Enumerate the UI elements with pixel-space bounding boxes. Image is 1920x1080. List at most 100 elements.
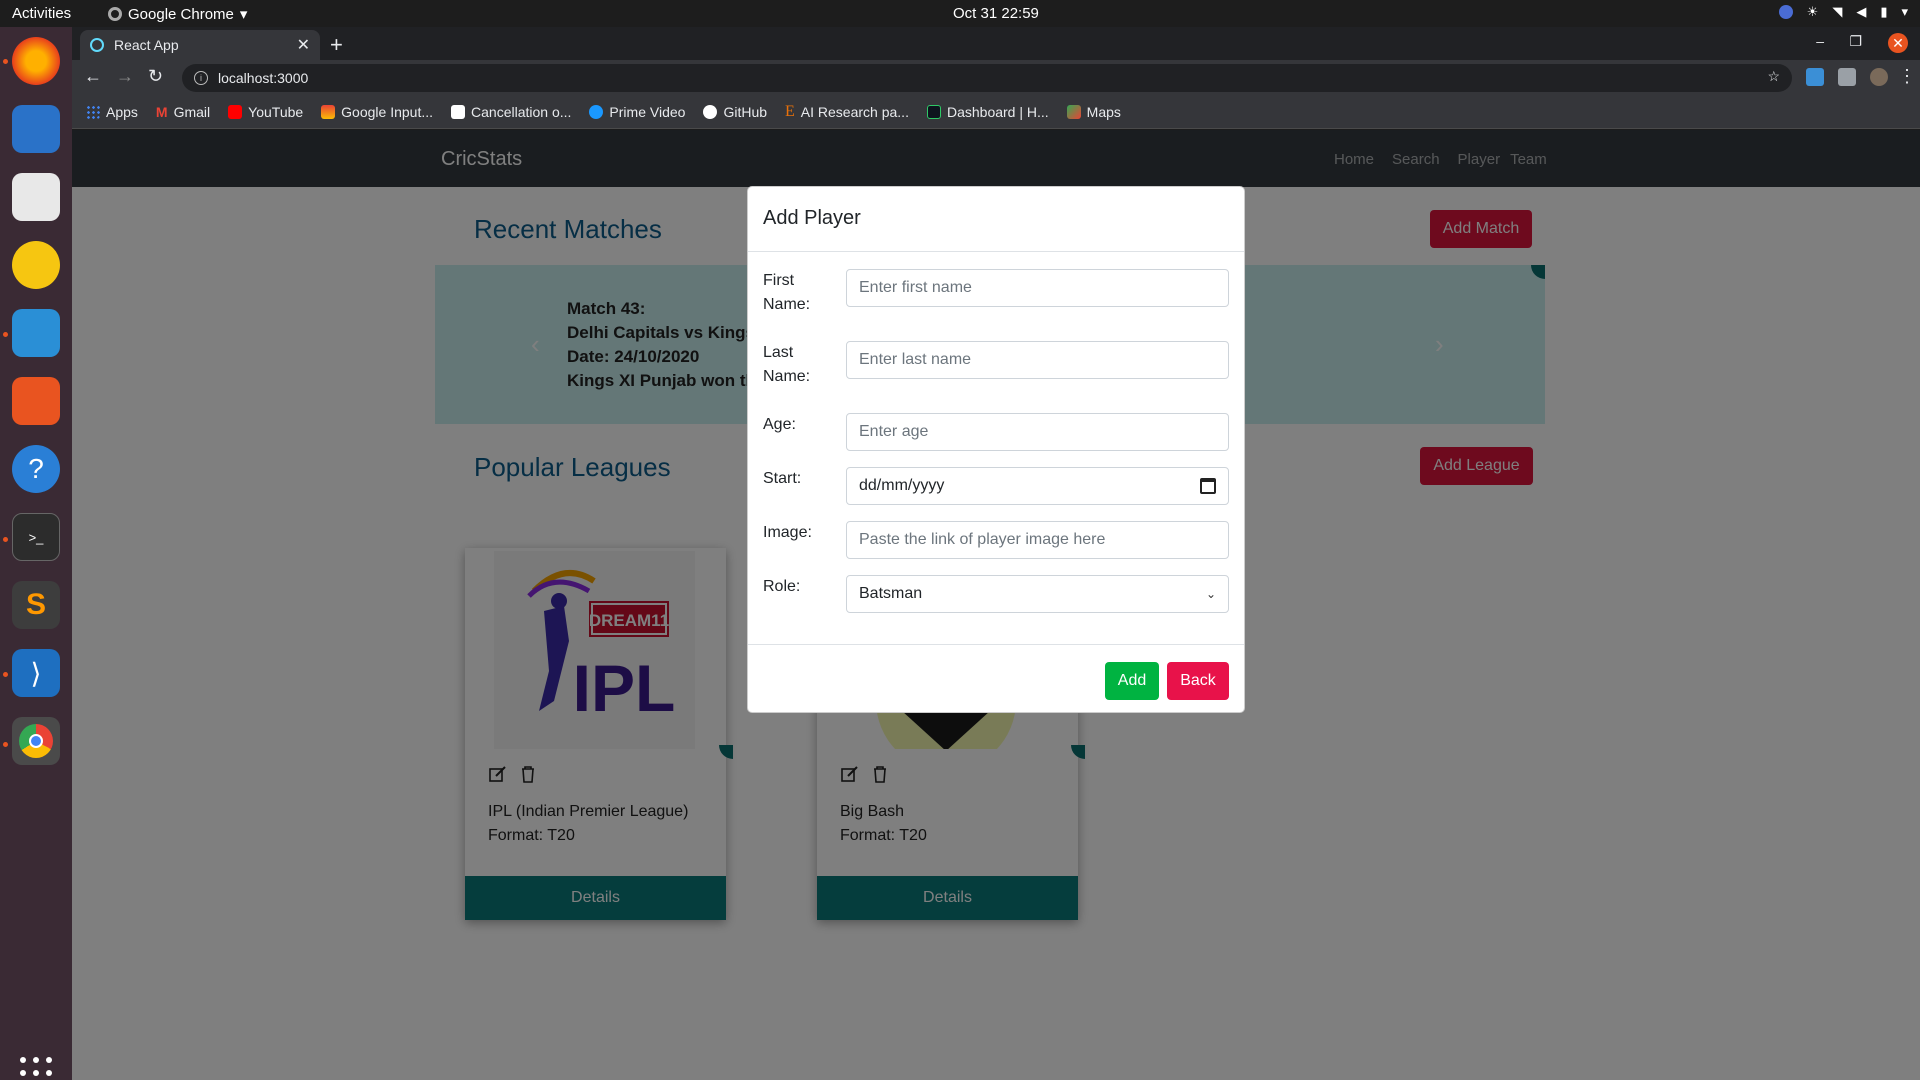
back-button[interactable]: Back [1167, 662, 1229, 700]
tab-strip: React App ✕ + – ❐ ✕ [72, 27, 1920, 60]
start-date-input[interactable]: dd/mm/yyyy [846, 467, 1229, 505]
activities-button[interactable]: Activities [12, 5, 71, 22]
image-row: Image: Paste the link of player image he… [763, 521, 1229, 561]
dashboard-icon [926, 105, 941, 119]
running-indicator [3, 332, 8, 337]
close-window-icon[interactable]: ✕ [1888, 33, 1908, 53]
first-name-row: First Name: Enter first name [763, 269, 1229, 319]
running-indicator [3, 742, 8, 747]
software-center-icon[interactable] [12, 377, 60, 425]
forward-icon[interactable]: → [116, 66, 134, 87]
profile-avatar[interactable] [1870, 68, 1888, 86]
image-label: Image: [763, 524, 812, 541]
dock: ? >_ S ⟩ [0, 27, 72, 1080]
web-page: CricStats Home Search Player Team Recent… [72, 130, 1920, 1080]
system-top-bar: Activities Google Chrome ▾ Oct 31 22:59 … [0, 0, 1920, 27]
calendar-icon[interactable] [1200, 478, 1216, 494]
files-icon[interactable] [12, 173, 60, 221]
puzzle-extensions-icon[interactable] [1838, 68, 1856, 86]
start-row: Start: dd/mm/yyyy [763, 467, 1229, 507]
extension-icon[interactable] [1806, 68, 1824, 86]
battery-icon[interactable]: ▮ [1880, 4, 1887, 20]
age-row: Age: Enter age [763, 413, 1229, 453]
prime-video-icon [589, 105, 604, 119]
last-name-input[interactable]: Enter last name [846, 341, 1229, 379]
writer-icon[interactable] [12, 309, 60, 357]
show-applications-icon[interactable] [20, 1057, 52, 1080]
last-name-label: Last Name: [763, 344, 811, 385]
new-tab-icon[interactable]: + [330, 32, 343, 58]
image-url-input[interactable]: Paste the link of player image here [846, 521, 1229, 559]
app-menu[interactable]: Google Chrome ▾ [108, 5, 247, 23]
restore-icon[interactable]: ❐ [1849, 33, 1862, 50]
last-name-row: Last Name: Enter last name [763, 341, 1229, 391]
first-name-label: First Name: [763, 272, 811, 313]
first-name-input[interactable]: Enter first name [846, 269, 1229, 307]
tab-react-app[interactable]: React App ✕ [80, 30, 320, 60]
bookmark-prime-video[interactable]: Prime Video [589, 104, 685, 120]
role-select[interactable]: Batsman ⌄ [846, 575, 1229, 613]
address-bar[interactable]: i localhost:3000 ☆ [182, 64, 1792, 92]
vscode-icon[interactable]: ⟩ [12, 649, 60, 697]
brightness-icon[interactable]: ☀ [1807, 4, 1819, 20]
chrome-dock-icon[interactable] [12, 717, 60, 765]
bookmark-github[interactable]: GitHub [703, 104, 767, 120]
bookmark-cancellation[interactable]: Cancellation o... [451, 104, 571, 120]
running-indicator [3, 672, 8, 677]
running-indicator [3, 59, 8, 64]
apps-grid-icon [86, 105, 100, 119]
chevron-down-icon: ⌄ [1205, 587, 1216, 601]
chrome-logo-icon [19, 724, 53, 758]
bookmark-youtube[interactable]: YouTube [228, 104, 303, 120]
bookmark-apps[interactable]: Apps [86, 104, 138, 120]
role-selected-value: Batsman [859, 585, 923, 602]
bookmarks-bar: Apps M Gmail YouTube Google Input... Can… [72, 96, 1920, 129]
wifi-icon[interactable]: ◥ [1832, 4, 1842, 20]
bookmark-ai-research[interactable]: E AI Research pa... [785, 103, 909, 121]
youtube-icon [228, 105, 243, 119]
react-favicon-icon [90, 38, 104, 52]
bookmark-star-icon[interactable]: ☆ [1767, 68, 1780, 85]
maps-icon [1066, 105, 1081, 119]
modal-footer: Add Back [748, 644, 1244, 712]
age-label: Age: [763, 416, 796, 433]
ai-research-icon: E [785, 103, 795, 120]
age-input[interactable]: Enter age [846, 413, 1229, 451]
browser-toolbar: ← → ↻ i localhost:3000 ☆ ⋮ [72, 60, 1920, 96]
system-menu-caret-icon[interactable]: ▾ [1901, 4, 1908, 20]
add-player-modal: Add Player First Name: Enter first name … [747, 186, 1245, 713]
bookmark-dashboard[interactable]: Dashboard | H... [926, 104, 1049, 120]
role-label: Role: [763, 578, 801, 595]
running-indicator [3, 537, 8, 542]
gmail-icon: M [155, 104, 168, 120]
reload-icon[interactable]: ↻ [148, 66, 163, 87]
firefox-icon[interactable] [12, 37, 60, 85]
accessibility-icon[interactable] [1778, 5, 1793, 19]
role-row: Role: Batsman ⌄ [763, 575, 1229, 615]
sublime-text-icon[interactable]: S [12, 581, 60, 629]
terminal-icon[interactable]: >_ [12, 513, 60, 561]
tab-close-icon[interactable]: ✕ [297, 35, 310, 55]
cancellation-icon [451, 105, 466, 119]
app-menu-label: Google Chrome [128, 5, 234, 23]
start-date-value: dd/mm/yyyy [859, 477, 945, 494]
add-button[interactable]: Add [1105, 662, 1159, 700]
system-tray[interactable]: ☀ ◥ ◀ ▮ ▾ [1778, 4, 1908, 20]
rhythmbox-icon[interactable] [12, 241, 60, 289]
github-icon [703, 105, 718, 119]
volume-icon[interactable]: ◀ [1856, 4, 1866, 20]
clock[interactable]: Oct 31 22:59 [953, 5, 1039, 22]
start-label: Start: [763, 470, 802, 487]
back-icon[interactable]: ← [84, 66, 102, 87]
minimize-icon[interactable]: – [1816, 33, 1824, 49]
bookmark-gmail[interactable]: M Gmail [156, 104, 210, 120]
bookmark-maps[interactable]: Maps [1066, 104, 1121, 120]
bookmark-google-input[interactable]: Google Input... [321, 104, 433, 120]
browser-window: React App ✕ + – ❐ ✕ ← → ↻ i localhost:30… [72, 27, 1920, 1080]
kebab-menu-icon[interactable]: ⋮ [1898, 66, 1916, 87]
thunderbird-icon[interactable] [12, 105, 60, 153]
help-icon[interactable]: ? [12, 445, 60, 493]
chrome-small-icon [108, 7, 122, 21]
site-info-icon[interactable]: i [194, 71, 208, 85]
tab-title: React App [114, 37, 179, 53]
